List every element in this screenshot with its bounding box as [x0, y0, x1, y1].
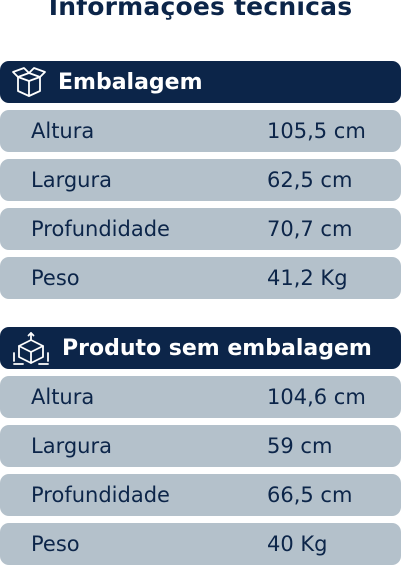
spec-value: 59 cm: [267, 434, 333, 458]
product-section-title: Produto sem embalagem: [62, 335, 372, 361]
spec-row-weight: Peso 41,2 Kg: [0, 257, 401, 299]
spec-row-width: Largura 62,5 cm: [0, 159, 401, 201]
open-box-icon: [11, 64, 47, 100]
page-title: Informações técnicas: [48, 0, 353, 21]
spec-label: Largura: [31, 434, 112, 458]
spec-label: Largura: [31, 168, 112, 192]
cube-dimensions-icon: [13, 330, 49, 366]
spec-row-weight: Peso 40 Kg: [0, 523, 401, 565]
spec-row-height: Altura 105,5 cm: [0, 110, 401, 152]
spec-label: Altura: [31, 119, 95, 143]
spec-label: Peso: [31, 532, 80, 556]
spec-value: 70,7 cm: [267, 217, 353, 241]
spec-row-width: Largura 59 cm: [0, 425, 401, 467]
spec-value: 41,2 Kg: [267, 266, 348, 290]
spec-label: Altura: [31, 385, 95, 409]
product-section: Produto sem embalagem Altura 104,6 cm La…: [0, 327, 401, 565]
spec-label: Peso: [31, 266, 80, 290]
packaging-section: Embalagem Altura 105,5 cm Largura 62,5 c…: [0, 61, 401, 299]
spec-value: 105,5 cm: [267, 119, 366, 143]
spec-row-depth: Profundidade 66,5 cm: [0, 474, 401, 516]
packaging-section-header: Embalagem: [0, 61, 401, 103]
product-section-header: Produto sem embalagem: [0, 327, 401, 369]
spec-value: 62,5 cm: [267, 168, 353, 192]
spec-row-depth: Profundidade 70,7 cm: [0, 208, 401, 250]
spec-value: 66,5 cm: [267, 483, 353, 507]
spec-value: 40 Kg: [267, 532, 328, 556]
spec-label: Profundidade: [31, 217, 170, 241]
packaging-section-title: Embalagem: [58, 69, 203, 95]
spec-value: 104,6 cm: [267, 385, 366, 409]
spec-label: Profundidade: [31, 483, 170, 507]
spec-row-height: Altura 104,6 cm: [0, 376, 401, 418]
